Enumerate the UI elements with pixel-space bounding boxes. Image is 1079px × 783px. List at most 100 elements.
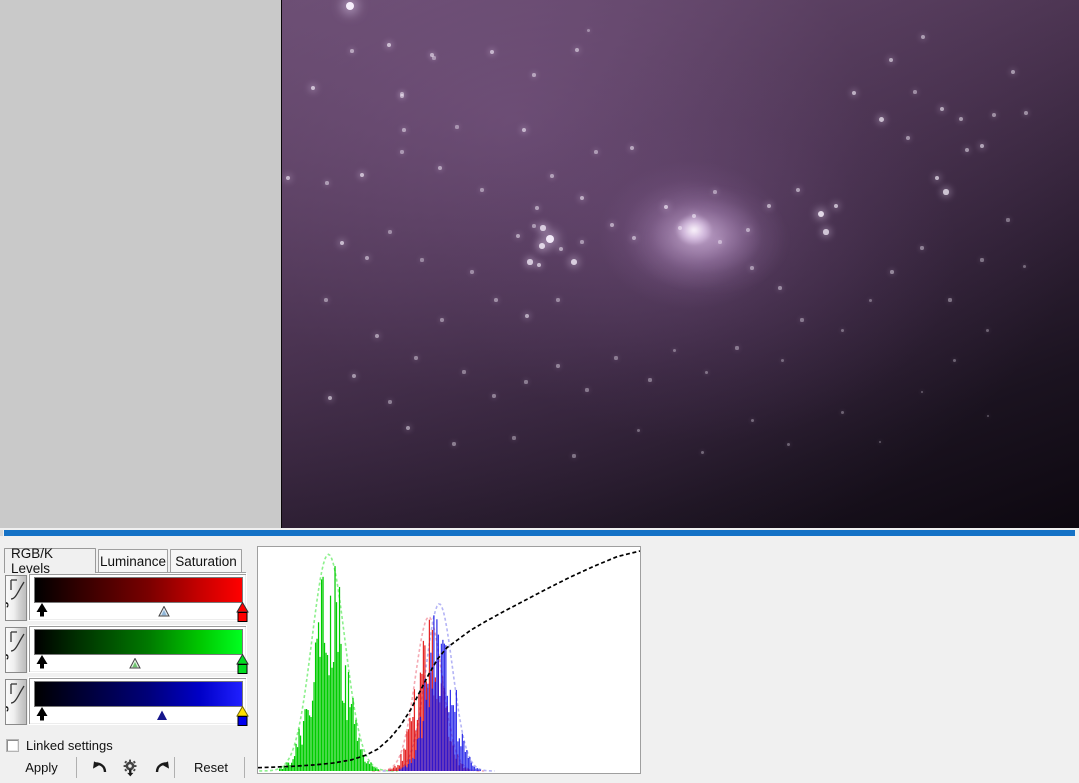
star: [540, 225, 546, 231]
green-channel-gradient-ramp[interactable]: [34, 629, 243, 655]
red-channel-white-point-marker[interactable]: [236, 601, 249, 622]
action-button-bar[interactable]: Apply Reset: [4, 756, 247, 780]
star: [432, 56, 436, 60]
star: [750, 418, 754, 422]
star: [512, 436, 516, 440]
star: [402, 128, 406, 132]
blue-channel-black-point-marker[interactable]: [36, 707, 48, 721]
star: [906, 136, 910, 140]
star: [388, 400, 392, 404]
star: [632, 236, 636, 240]
star: [985, 328, 989, 332]
star: [890, 270, 894, 274]
panel-splitter[interactable]: [0, 528, 1079, 538]
levels-panel: RGB/K Levels Luminance Saturation log log lo…: [0, 538, 1079, 783]
reset-button[interactable]: Reset: [178, 756, 244, 779]
star: [992, 113, 996, 117]
star: [1011, 70, 1015, 74]
star: [535, 206, 539, 210]
blue-channel-log-toggle[interactable]: log: [5, 679, 27, 725]
linked-settings-checkbox[interactable]: [6, 739, 19, 752]
tab-luminance[interactable]: Luminance: [98, 549, 168, 572]
star: [959, 117, 963, 121]
star: [375, 334, 379, 338]
tab-saturation[interactable]: Saturation: [170, 549, 242, 572]
star: [818, 211, 824, 217]
star: [559, 247, 563, 251]
star: [550, 174, 554, 178]
blue-channel-midtone-marker[interactable]: [156, 708, 168, 720]
star: [840, 410, 844, 414]
star: [452, 442, 456, 446]
star: [532, 73, 536, 77]
star: [494, 298, 498, 302]
redo-arrow-icon[interactable]: [148, 757, 174, 778]
image-frame[interactable]: [281, 0, 1079, 528]
star: [365, 256, 369, 260]
star: [1024, 111, 1028, 115]
star: [345, 1, 355, 11]
apply-button[interactable]: Apply: [4, 756, 79, 779]
splitter-grip[interactable]: [0, 530, 3, 536]
star: [575, 48, 579, 52]
star: [324, 298, 328, 302]
star: [851, 90, 857, 96]
star: [327, 395, 333, 401]
green-channel-log-toggle[interactable]: log: [5, 627, 27, 673]
star: [833, 203, 839, 209]
star: [359, 172, 365, 178]
channel-slider-rows[interactable]: log log log: [4, 573, 249, 735]
green-channel-white-point-marker[interactable]: [236, 653, 249, 674]
star: [636, 428, 640, 432]
star: [492, 394, 496, 398]
splitter-bar[interactable]: [4, 530, 1075, 536]
blue-channel-gradient-ramp[interactable]: [34, 681, 243, 707]
red-channel-log-toggle[interactable]: log: [5, 575, 27, 621]
red-channel-black-point-marker[interactable]: [36, 603, 48, 617]
star: [672, 348, 676, 352]
levels-tool-window: RGB/K Levels Luminance Saturation log log lo…: [0, 0, 1079, 783]
star: [823, 229, 829, 235]
star: [438, 166, 442, 170]
undo-arrow-icon[interactable]: [88, 757, 114, 778]
star: [325, 181, 329, 185]
star: [585, 388, 589, 392]
star: [780, 358, 784, 362]
separator-3: [244, 757, 245, 778]
image-viewer[interactable]: [0, 0, 1079, 528]
green-channel-midtone-marker[interactable]: [129, 656, 141, 669]
red-channel-midtone-marker[interactable]: [158, 604, 170, 617]
star: [571, 259, 577, 265]
star: [285, 175, 291, 181]
star: [440, 318, 444, 322]
star: [556, 364, 560, 368]
star: [406, 426, 410, 430]
linked-settings-row[interactable]: Linked settings: [6, 738, 113, 753]
star: [965, 148, 969, 152]
blue-channel-row[interactable]: log: [4, 677, 249, 727]
star: [527, 259, 533, 265]
star: [610, 223, 614, 227]
auto-adjust-gears-icon[interactable]: [118, 757, 144, 778]
star: [980, 258, 984, 262]
red-channel-log-label: log: [5, 601, 9, 618]
star: [489, 49, 495, 55]
star: [532, 224, 536, 228]
star: [921, 35, 925, 39]
histogram-chart[interactable]: [257, 546, 641, 774]
tab-rgb-k-levels[interactable]: RGB/K Levels: [4, 546, 96, 576]
green-channel-log-label: log: [5, 653, 9, 670]
blue-channel-white-point-marker[interactable]: [236, 705, 249, 726]
star: [594, 150, 598, 154]
red-channel-row[interactable]: log: [4, 573, 249, 623]
star: [586, 28, 590, 32]
star: [462, 370, 466, 374]
green-channel-row[interactable]: log: [4, 625, 249, 675]
star: [943, 189, 949, 195]
red-channel-gradient-ramp[interactable]: [34, 577, 243, 603]
green-channel-black-point-marker[interactable]: [36, 655, 48, 669]
histogram-bars-green: [278, 566, 380, 771]
star: [630, 146, 634, 150]
star: [868, 298, 872, 302]
star: [663, 204, 669, 210]
